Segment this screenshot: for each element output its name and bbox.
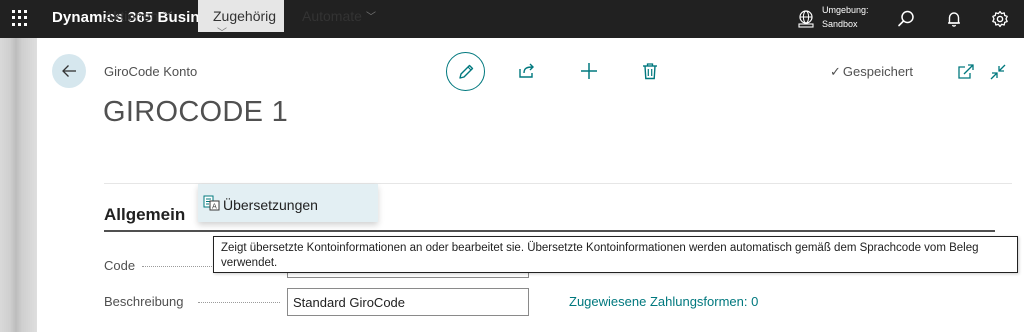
new-icon[interactable]: [579, 61, 599, 81]
assigned-payment-methods-link[interactable]: Zugewiesene Zahlungsformen: 0: [569, 294, 758, 309]
description-field[interactable]: Standard GiroCode: [287, 288, 529, 316]
menu-automate[interactable]: Automate ﹀: [302, 0, 376, 32]
field-leader: [198, 302, 280, 303]
related-dropdown: A Übersetzungen: [198, 184, 378, 222]
save-status-label: Gespeichert: [842, 64, 913, 79]
menu-aktionen-label: Aktionen: [104, 8, 159, 24]
settings-icon[interactable]: [989, 8, 1011, 30]
chevron-down-icon: ﹀: [162, 12, 173, 23]
tooltip-line-2: verwendet.: [221, 257, 278, 269]
menu-aktionen[interactable]: Aktionen ﹀: [104, 0, 172, 32]
environment-icon[interactable]: [796, 9, 816, 29]
translations-icon: A: [203, 195, 220, 211]
page-title: GIROCODE 1: [103, 96, 289, 128]
field-leader: [142, 266, 212, 267]
notifications-icon[interactable]: [943, 8, 965, 30]
chevron-down-icon: ﹀: [365, 12, 376, 23]
environment-label: Umgebung:: [822, 5, 869, 15]
menu-zugehoerig-label: Zugehörig: [213, 8, 277, 24]
edit-button[interactable]: [446, 52, 485, 91]
save-status: ✓ Gespeichert: [830, 64, 913, 80]
chevron-down-icon: ﹀: [217, 28, 227, 39]
field-label-beschreibung: Beschreibung: [104, 294, 184, 309]
menu-automate-label: Automate: [302, 8, 362, 24]
menu-item-label: Übersetzungen: [223, 197, 318, 213]
environment-value: Sandbox: [822, 19, 858, 29]
svg-text:A: A: [212, 203, 217, 211]
delete-icon[interactable]: [640, 61, 660, 81]
share-icon[interactable]: [517, 61, 537, 81]
section-divider: [104, 230, 995, 232]
tooltip: Zeigt übersetzte Kontoinformationen an o…: [213, 236, 1018, 273]
tooltip-line-1: Zeigt übersetzte Kontoinformationen an o…: [221, 242, 979, 254]
back-button[interactable]: [52, 54, 86, 88]
breadcrumb: GiroCode Konto: [104, 64, 198, 79]
arrow-left-icon: [62, 65, 76, 77]
menu-item-uebersetzungen[interactable]: A Übersetzungen: [198, 184, 378, 222]
checkmark-icon: ✓: [830, 64, 841, 79]
field-label-code: Code: [104, 258, 136, 273]
section-title[interactable]: Allgemein: [104, 205, 185, 225]
environment-indicator[interactable]: Umgebung: Sandbox: [822, 3, 869, 31]
collapse-icon[interactable]: [988, 62, 1008, 82]
open-in-new-window-icon[interactable]: [956, 62, 976, 82]
page-card: [37, 38, 1024, 332]
search-icon[interactable]: [895, 8, 917, 30]
menu-zugehoerig[interactable]: Zugehörig ﹀: [198, 0, 284, 39]
edit-icon: [459, 64, 474, 79]
app-launcher-icon[interactable]: [12, 10, 28, 26]
background-gutter: [0, 38, 37, 332]
